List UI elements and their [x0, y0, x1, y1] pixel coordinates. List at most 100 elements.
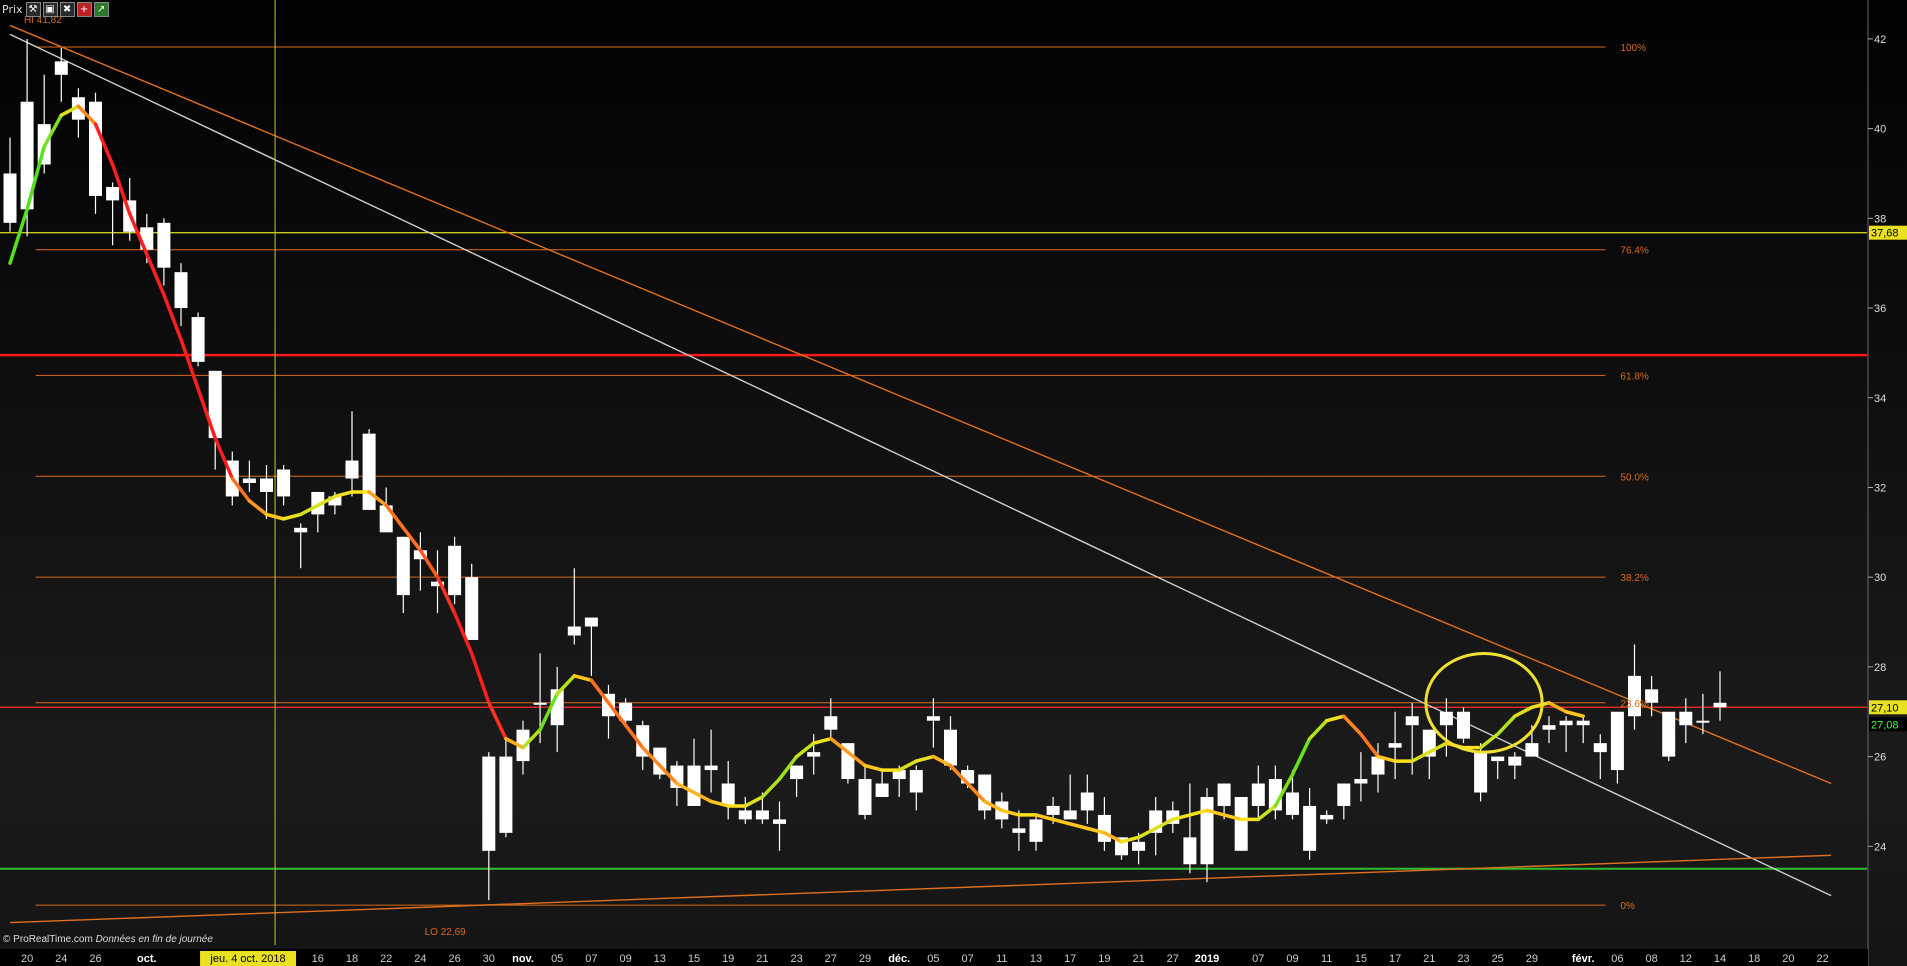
ma-segment [247, 499, 269, 517]
candle-body [687, 765, 701, 806]
candle-body [1217, 783, 1231, 806]
date-tick-label: 08 [1645, 953, 1657, 965]
close-icon[interactable]: ✖ [59, 2, 75, 17]
ma-segment [281, 512, 303, 521]
candle-body [1628, 675, 1641, 717]
candle-body [362, 433, 376, 510]
candle-body [396, 536, 410, 596]
price-tick-label: 32 [1874, 482, 1886, 494]
ma-segment [213, 436, 235, 481]
date-tick-label: 26 [89, 953, 101, 965]
candle-body [1046, 805, 1060, 815]
fib-label: 23.6% [1620, 699, 1648, 710]
date-tick-label: 22 [1816, 953, 1828, 965]
date-tick-label: 25 [1492, 953, 1504, 965]
date-tick-label: 21 [1423, 953, 1435, 965]
ma-segment [1324, 714, 1346, 723]
date-tick-label: 13 [654, 953, 666, 965]
ma-segment [487, 701, 508, 741]
date-tick-label: 07 [585, 953, 597, 965]
wrench-icon[interactable]: ⚒ [25, 2, 41, 17]
date-axis: 202426oct.1012161822242630nov.0507091315… [0, 949, 1868, 966]
candle-body [875, 783, 889, 797]
date-tick-label: 11 [996, 953, 1007, 965]
price-chart[interactable]: 24262830323436384042 202426oct.101216182… [0, 0, 1907, 966]
price-label: 27,08 [1871, 719, 1899, 731]
candle-body [1696, 720, 1710, 723]
candle-body [533, 702, 547, 705]
candles [3, 38, 1727, 901]
fibonacci-levels [35, 46, 1606, 906]
date-tick-label: 2019 [1195, 953, 1219, 965]
candle-body [1234, 796, 1248, 851]
date-tick-label: 09 [619, 953, 631, 965]
candle-body [1542, 725, 1556, 730]
candle-body [1251, 783, 1265, 806]
ma-segment [1342, 714, 1363, 736]
date-tick-label: 23 [790, 953, 802, 965]
data-note: Données en fin de journée [95, 934, 213, 945]
candle-body [704, 765, 718, 771]
chart-root: 24262830323436384042 202426oct.101216182… [0, 0, 1907, 966]
candle-body [1132, 841, 1146, 851]
candle-body [1388, 743, 1402, 748]
properties-icon[interactable]: ▣ [42, 2, 58, 17]
export-icon[interactable]: ↗ [93, 2, 109, 17]
ma-segment [897, 759, 919, 772]
candle-body [738, 810, 752, 820]
candle-body [1439, 711, 1453, 726]
date-tick-label: nov. [512, 953, 534, 965]
downtrend-orange [9, 24, 1832, 785]
ma-segment [1564, 710, 1585, 718]
candle-body [54, 61, 68, 75]
uptrend-orange [9, 854, 1832, 924]
fib-low-label: LO 22,69 [425, 927, 467, 938]
candle-body [1525, 743, 1539, 757]
candle-body [755, 810, 769, 820]
fib-label: 100% [1620, 43, 1646, 54]
candle-body [1662, 711, 1676, 757]
price-tick-label: 24 [1874, 841, 1886, 853]
ma-segment [1051, 817, 1072, 826]
ma-segment [1068, 822, 1090, 831]
ma-segment [1359, 732, 1380, 759]
chart-title: Prix [2, 3, 23, 16]
ma-segment [1136, 826, 1158, 840]
candle-body [1063, 810, 1077, 820]
fib-label: 50.0% [1620, 472, 1648, 483]
ma-segment [264, 512, 286, 521]
price-tick-label: 42 [1874, 34, 1886, 46]
date-tick-label: 16 [312, 953, 324, 965]
ma-segment [1478, 732, 1500, 750]
ma-segment [743, 795, 765, 808]
date-tick-label: 23 [1457, 953, 1469, 965]
ma-segment [811, 736, 833, 745]
cursor-date-label: jeu. 4 oct. 2018 [209, 953, 285, 965]
ma-segment [760, 777, 782, 799]
date-tick-label: 30 [483, 953, 495, 965]
ma-segment [1530, 701, 1551, 710]
ma-segment [914, 754, 936, 763]
candle-body [174, 272, 188, 309]
candle-body [1354, 779, 1368, 784]
price-tick-label: 28 [1874, 662, 1886, 674]
candle-body [1029, 819, 1043, 842]
ma-segment [1256, 804, 1278, 822]
ma-segment [1290, 736, 1312, 777]
candle-body [242, 478, 256, 483]
date-tick-label: 17 [1389, 953, 1401, 965]
price-tick-label: 40 [1874, 124, 1886, 136]
date-tick-label: 21 [1132, 953, 1144, 965]
candle-body [1576, 720, 1590, 726]
date-tick-label: 29 [859, 953, 871, 965]
price-tick-label: 30 [1874, 572, 1886, 584]
candle-body [1593, 743, 1607, 753]
ma-segment [1513, 705, 1534, 718]
add-icon[interactable]: + [76, 2, 92, 17]
candle-body [106, 186, 120, 201]
date-tick-label: 11 [1321, 953, 1332, 965]
ma-segment [572, 674, 594, 683]
date-tick-label: 05 [551, 953, 563, 965]
chart-footer: © ProRealTime.com Données en fin de jour… [3, 934, 213, 945]
date-tick-label: 19 [722, 953, 734, 965]
